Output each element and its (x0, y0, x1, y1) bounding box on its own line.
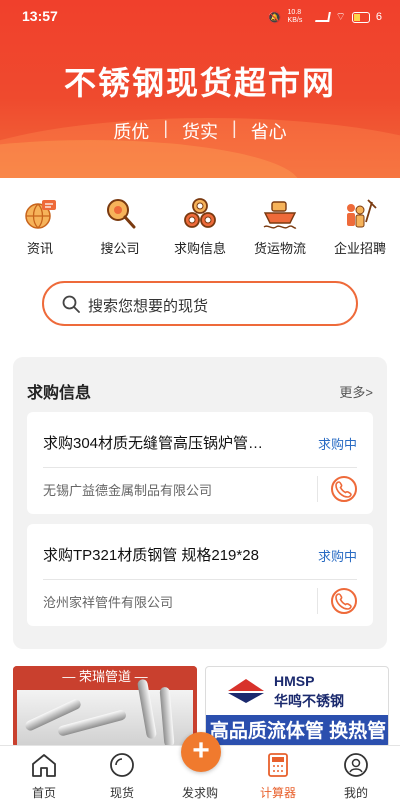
divider (317, 476, 318, 502)
ad-slogan: 高品质流体管 换热管 (206, 715, 388, 747)
divider (317, 588, 318, 614)
status-bar: 13:57 🔕 10.8 KB/s ⌔ 6 (0, 0, 400, 32)
slogan-item: 省心 (250, 122, 287, 142)
banner-title: 不锈钢现货超市网 (63, 65, 336, 101)
request-company: 无锡广益德金属制品有限公司 (43, 483, 213, 498)
nav-label: 计算器 (259, 786, 296, 800)
battery-icon (351, 11, 370, 23)
ad-title: — 荣瑞管道 — (13, 666, 197, 688)
slogan-item: 质优 (113, 122, 150, 142)
battery-level: 6 (375, 11, 382, 23)
section-title: 求购信息 (27, 385, 92, 402)
wifi-icon: ⌔ (335, 11, 346, 23)
request-title: 求购TP321材质钢管 规格219*28 (43, 547, 259, 564)
slogan-item: 货实 (182, 122, 218, 142)
banner-slogans: 质优 | 货实 | 省心 (0, 118, 400, 144)
requests-panel: 求购信息 更多> 求购304材质无缝管高压锅炉管… 求购中 无锡广益德金属制品有… (13, 357, 387, 649)
more-link[interactable]: 更多> (339, 382, 373, 401)
category-news[interactable]: 资讯 (0, 196, 80, 266)
category-label: 求购信息 (173, 241, 226, 256)
nav-profile[interactable]: 我的 (316, 746, 396, 800)
search-placeholder: 搜索您想要的现货 (88, 298, 209, 315)
slogan-divider: | (232, 118, 237, 138)
divider (43, 579, 357, 580)
plus-icon: + (192, 734, 210, 767)
nav-label: 我的 (343, 786, 368, 800)
slogan-divider: | (163, 118, 168, 138)
status-icons: 🔕 10.8 KB/s ⌔ 6 (268, 9, 382, 25)
globe-news-icon (22, 196, 58, 232)
category-requests[interactable]: 求购信息 (160, 196, 240, 266)
search-icon (62, 295, 80, 313)
circle-search-icon (108, 752, 136, 778)
phone-call-button[interactable] (331, 588, 357, 614)
request-status: 求购中 (317, 549, 357, 564)
nav-home[interactable]: 首页 (4, 746, 84, 800)
request-card[interactable]: 求购304材质无缝管高压锅炉管… 求购中 无锡广益德金属制品有限公司 (27, 412, 373, 514)
profile-icon (342, 752, 370, 778)
category-label: 货运物流 (253, 241, 306, 256)
post-request-fab[interactable]: + (181, 732, 221, 772)
calculator-icon (264, 752, 292, 778)
search-input[interactable]: 搜索您想要的现货 (42, 281, 358, 326)
phone-call-button[interactable] (331, 476, 357, 502)
ad-banner-left[interactable]: — 荣瑞管道 — (13, 666, 197, 748)
status-time: 13:57 (22, 8, 58, 24)
ad-banner-right[interactable]: HMSP 华鸣不锈钢 高品质流体管 换热管 (205, 666, 389, 748)
request-company: 沧州家祥管件有限公司 (43, 595, 174, 610)
request-title: 求购304材质无缝管高压锅炉管… (43, 435, 264, 452)
home-icon (30, 752, 58, 778)
network-speed: 10.8 KB/s (287, 9, 303, 24)
phone-icon (335, 593, 352, 610)
category-search-company[interactable]: 搜公司 (80, 196, 160, 266)
ad-title-text: 荣瑞管道 (78, 669, 131, 684)
nav-stock[interactable]: 现货 (82, 746, 162, 800)
header-banner: 13:57 🔕 10.8 KB/s ⌔ 6 不锈钢现货超市网 质优 | 货实 |… (0, 0, 400, 178)
nav-label: 发求购 (181, 786, 218, 800)
search-company-icon (102, 196, 138, 232)
ad-brand-cn: 华鸣不锈钢 (274, 693, 344, 709)
recruit-people-icon (342, 196, 378, 232)
category-label: 企业招聘 (333, 241, 386, 256)
category-logistics[interactable]: 货运物流 (240, 196, 320, 266)
category-label: 搜公司 (100, 241, 140, 256)
nav-calculator[interactable]: 计算器 (238, 746, 318, 800)
request-card[interactable]: 求购TP321材质钢管 规格219*28 求购中 沧州家祥管件有限公司 (27, 524, 373, 626)
pipes-image (17, 678, 193, 748)
signal-icon (314, 12, 331, 22)
category-label: 资讯 (26, 241, 53, 256)
nav-label: 现货 (109, 786, 134, 800)
category-recruit[interactable]: 企业招聘 (320, 196, 400, 266)
divider (43, 467, 357, 468)
category-grid: 资讯 搜公司 求购信息 货运物流 企业招聘 (0, 196, 400, 266)
ad-brand-en: HMSP (274, 673, 315, 689)
brand-logo-icon (228, 679, 264, 703)
mute-icon: 🔕 (267, 11, 282, 24)
pipe-shape (159, 686, 175, 748)
request-status: 求购中 (317, 437, 357, 452)
ship-icon (262, 196, 298, 232)
phone-icon (335, 481, 352, 498)
nav-label: 首页 (31, 786, 56, 800)
steel-pipes-icon (182, 196, 218, 232)
